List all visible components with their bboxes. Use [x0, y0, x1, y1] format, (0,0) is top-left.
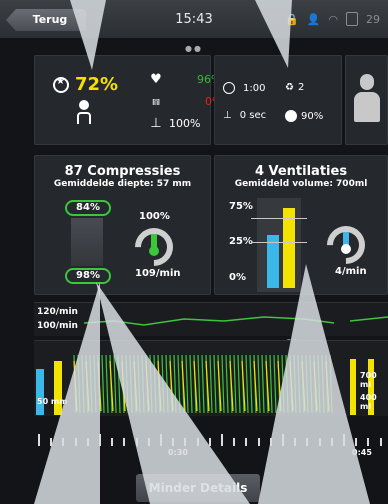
time-label-045: 0:45 — [352, 448, 372, 457]
person-icon — [77, 100, 91, 126]
vent-rate: 4/min — [335, 266, 367, 277]
timeline-tick — [111, 438, 114, 446]
timeline-tick — [50, 438, 53, 446]
timeline-tick — [318, 438, 321, 446]
page-indicator: ●● — [185, 44, 203, 53]
less-details-button[interactable]: Minder Details — [136, 474, 260, 502]
timeline-tick — [147, 438, 150, 446]
timer-icon — [223, 82, 235, 94]
ventilations-subtitle: Gemiddeld volume: 700ml — [234, 179, 368, 189]
waveform-label-700: 700 ml — [360, 371, 377, 389]
depth-stat: ⊥ 100% — [149, 116, 200, 131]
depth-value: 100% — [169, 117, 201, 130]
vent-scale-25: 25% — [229, 236, 253, 247]
target-line-bottom — [251, 242, 307, 243]
flow-icon — [285, 110, 297, 122]
lock-icon: 🔒 — [284, 12, 299, 26]
timeline-tick — [355, 438, 358, 446]
timeline-tick — [233, 438, 236, 446]
waveform-area: 50 mm 700 ml 400 ml — [34, 340, 388, 416]
compression-rate: 109/min — [135, 268, 181, 279]
vent-scale-0: 0% — [229, 272, 246, 283]
timeline-tick — [86, 438, 89, 446]
manikin-icon — [354, 74, 380, 124]
timeline-tick — [257, 438, 260, 446]
person-icon: 👤 — [306, 12, 321, 26]
compressions-title: 87 Compressies — [64, 164, 181, 179]
compression-icon: ⊥ — [150, 116, 162, 131]
depth-top-pill: 84% — [65, 200, 111, 216]
timeline-tick — [208, 438, 211, 446]
wifi-icon: ◠ — [328, 12, 338, 26]
timeline-tick — [38, 434, 40, 446]
status-bar: Terug 15:43 🔒 👤 ◠ 29 — [0, 0, 388, 38]
manikin-panel[interactable] — [345, 55, 388, 145]
timeline-tick — [269, 438, 272, 446]
vent-rate-gauge-icon — [319, 218, 373, 272]
waveform — [36, 354, 374, 415]
compressions-panel: 87 Compressies Gemiddelde diepte: 57 mm … — [34, 155, 211, 295]
timeline-tick — [221, 434, 223, 446]
status-icons: 🔒 👤 ◠ 29 — [285, 12, 380, 26]
rate-strip: 120/min 100/min 31 — [34, 302, 388, 349]
depth-bar — [71, 218, 103, 266]
timeline-tick — [330, 438, 333, 446]
time-label-030: 0:30 — [168, 448, 188, 457]
battery-icon — [346, 12, 358, 26]
timeline-tick — [172, 438, 175, 446]
timeline-tick — [379, 438, 382, 446]
battery-level: 29 — [366, 12, 380, 26]
pause-icon: ⊥ — [223, 110, 232, 121]
pause-value: 0 sec — [239, 110, 267, 121]
timer-stat: 1:00 — [223, 82, 265, 94]
timeline[interactable]: 0:30 0:45 — [34, 430, 388, 460]
hands-icon: ⩎ — [152, 94, 160, 109]
cycle-icon: ♻ — [285, 82, 294, 93]
timeline-tick — [367, 438, 370, 446]
timeline-tick — [184, 438, 187, 446]
ventilations-panel: 4 Ventilaties Gemiddeld volume: 700ml 75… — [214, 155, 388, 295]
timeline-tick — [343, 434, 345, 446]
flow-value: 90% — [301, 110, 324, 122]
score: 72% — [53, 74, 118, 95]
rate-gauge-icon — [127, 220, 181, 274]
target-line-top — [251, 218, 307, 219]
waveform-label-50: 50 mm — [37, 397, 68, 406]
timeline-tick — [294, 438, 297, 446]
timeline-tick — [160, 434, 162, 446]
timeline-tick — [99, 434, 101, 446]
timeline-tick — [123, 438, 126, 446]
volume-bar-yellow — [283, 208, 295, 288]
cycle-stat: ♻ 2 — [285, 82, 304, 93]
timeline-tick — [245, 438, 248, 446]
medal-icon — [53, 76, 69, 93]
score-panel: 72% ♥ 96% ⩎ 0% ⊥ 100% — [34, 55, 222, 145]
timeline-tick — [306, 438, 309, 446]
timeline-tick — [62, 438, 65, 446]
waveform-label-400: 400 ml — [360, 393, 377, 411]
timeline-tick — [282, 434, 284, 446]
recoil-value: 100% — [139, 211, 170, 222]
score-value: 72% — [75, 74, 119, 95]
ventilations-title: 4 Ventilaties — [254, 164, 348, 179]
rate-trend-line — [83, 316, 388, 326]
timeline-tick — [74, 438, 77, 446]
timer-value: 1:00 — [243, 82, 266, 94]
volume-bars — [257, 198, 301, 292]
pause-stat: ⊥ 0 sec — [223, 110, 266, 121]
hands-stat: ⩎ 0% — [149, 94, 222, 109]
cycle-value: 2 — [297, 82, 305, 93]
heart-stat: ♥ 96% — [149, 72, 221, 87]
vent-scale-75: 75% — [229, 201, 253, 212]
timeline-tick — [135, 438, 138, 446]
flow-stat: 90% — [285, 110, 323, 122]
timeline-tick — [196, 438, 199, 446]
depth-bottom-pill: 98% — [65, 268, 111, 284]
timing-panel: 1:00 ♻ 2 ⊥ 0 sec 90% — [214, 55, 342, 145]
compressions-subtitle: Gemiddelde diepte: 57 mm — [53, 179, 192, 189]
heart-icon: ♥ — [150, 72, 162, 87]
